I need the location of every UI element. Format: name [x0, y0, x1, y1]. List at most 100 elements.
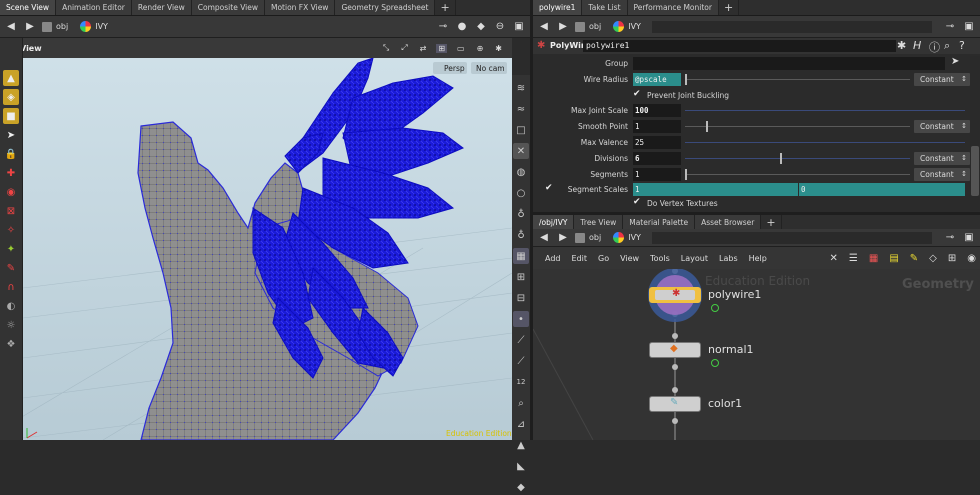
camera-dropdown[interactable]: No cam — [471, 62, 507, 74]
menu-add[interactable]: Add — [545, 254, 561, 263]
gear-icon[interactable]: ✱ — [897, 39, 906, 52]
handle-icon[interactable]: ✚ — [3, 165, 19, 181]
paint-icon[interactable]: ⊿ — [513, 416, 529, 432]
display-wire-icon[interactable]: ≋ — [513, 80, 529, 96]
segment-scales-toggle-checkbox[interactable]: ✔ — [545, 183, 553, 193]
smooth-point-mode[interactable]: Constant — [914, 120, 970, 133]
select-tool-icon[interactable]: ⤡ — [383, 43, 389, 53]
back-arrow-icon[interactable]: ◀ — [537, 231, 551, 245]
menu-go[interactable]: Go — [598, 254, 609, 263]
snap-icon[interactable]: ⊞ — [436, 43, 448, 53]
divisions-mode[interactable]: Constant — [914, 152, 970, 165]
group-select-icon[interactable]: ■ — [3, 108, 19, 124]
pin-icon[interactable]: ⊸ — [943, 231, 957, 245]
tab-geometry-spreadsheet[interactable]: Geometry Spreadsheet — [335, 0, 436, 15]
back-arrow-icon[interactable]: ◀ — [537, 20, 551, 34]
params-scrollbar[interactable] — [970, 56, 980, 211]
camera-icon[interactable]: ⊕ — [477, 44, 484, 53]
menu-layout[interactable]: Layout — [681, 254, 708, 263]
do-vertex-textures-checkbox[interactable]: ✔ — [633, 197, 641, 207]
gridview-icon[interactable]: ⊞ — [948, 253, 956, 264]
node-normal1-label[interactable]: normal1 — [708, 343, 754, 356]
tab-material-palette[interactable]: Material Palette — [623, 215, 696, 230]
add-tab-icon[interactable]: + — [435, 0, 456, 15]
tab-polywire1[interactable]: polywire1 — [533, 0, 583, 15]
link-icon[interactable]: ⊖ — [493, 20, 507, 34]
menu-labs[interactable]: Labs — [719, 254, 738, 263]
node-polywire1[interactable]: ✱ — [649, 287, 701, 303]
menu-help[interactable]: Help — [749, 254, 767, 263]
smooth-point-field[interactable]: 1 — [633, 120, 681, 133]
point-display-icon[interactable]: • — [513, 311, 529, 327]
light-icon[interactable]: ○ — [513, 185, 529, 201]
segment-scales-field-2[interactable]: 0 — [799, 183, 965, 196]
number-display-icon[interactable]: 12 — [513, 374, 529, 390]
tab-tree-view[interactable]: Tree View — [574, 215, 624, 230]
ghost-icon[interactable]: □ — [513, 122, 529, 138]
scene-path[interactable]: obj IVY — [42, 21, 108, 32]
menu-tools[interactable]: Tools — [650, 254, 670, 263]
tab-take-list[interactable]: Take List — [582, 0, 628, 15]
forward-arrow-icon[interactable]: ▶ — [556, 20, 570, 34]
add-tab-icon[interactable]: + — [719, 0, 740, 15]
forward-arrow-icon[interactable]: ▶ — [23, 20, 37, 34]
close-display-icon[interactable]: ✕ — [513, 143, 529, 159]
search-icon[interactable]: ⌕ — [944, 39, 950, 53]
wire-radius-slider[interactable] — [685, 79, 910, 80]
normal-display-icon[interactable]: ⟋ — [513, 332, 529, 348]
safe-area-icon[interactable]: ⊟ — [513, 290, 529, 306]
max-valence-field[interactable]: 25 — [633, 136, 681, 149]
shading-icon[interactable]: ◣ — [513, 458, 529, 474]
add-tab-icon[interactable]: + — [761, 215, 782, 230]
display-shaded-icon[interactable]: ≈ — [513, 101, 529, 117]
tab-render-view[interactable]: Render View — [131, 0, 192, 15]
pane-menu-icon[interactable]: ▣ — [962, 20, 976, 34]
max-valence-slider[interactable] — [685, 142, 965, 143]
tab-performance-monitor[interactable]: Performance Monitor — [627, 0, 719, 15]
tab-asset-browser[interactable]: Asset Browser — [695, 215, 762, 230]
menu-edit[interactable]: Edit — [572, 254, 588, 263]
display-icon[interactable]: ▭ — [457, 44, 465, 53]
list-icon[interactable]: ☰ — [849, 253, 858, 264]
tab-scene-view[interactable]: Scene View — [0, 0, 57, 15]
scale-handle-icon[interactable]: ⊠ — [3, 203, 19, 219]
network-canvas[interactable]: Education Edition Geometry ✱ polywire1 ◆… — [533, 269, 980, 440]
bulb-icon[interactable]: ♁ — [513, 206, 529, 222]
gem-icon[interactable]: ◆ — [513, 479, 529, 495]
select-mode-icon[interactable]: ◈ — [3, 89, 19, 105]
forward-arrow-icon[interactable]: ▶ — [556, 231, 570, 245]
cube-icon[interactable]: ◆ — [474, 20, 488, 34]
pin-icon[interactable]: ⊸ — [436, 20, 450, 34]
fog-icon[interactable]: ▲ — [513, 437, 529, 453]
layout-icon[interactable]: ⊞ — [513, 269, 529, 285]
brush-icon[interactable]: ✎ — [3, 260, 19, 276]
question-icon[interactable]: ? — [959, 39, 965, 52]
help-icon[interactable]: H — [913, 39, 921, 52]
wrench-icon[interactable]: ✕ — [830, 253, 838, 264]
pane-menu-icon[interactable]: ▣ — [512, 20, 526, 34]
camera-tool-icon[interactable]: ◐ — [3, 298, 19, 314]
grid-icon[interactable]: ▦ — [869, 253, 878, 264]
rotate-handle-icon[interactable]: ◉ — [3, 184, 19, 200]
group-field[interactable] — [633, 57, 945, 70]
segments-slider[interactable] — [685, 174, 910, 175]
wire-radius-field[interactable]: @pscale — [633, 73, 681, 86]
segments-knob[interactable] — [685, 169, 687, 180]
divisions-slider[interactable] — [685, 158, 910, 159]
view-label[interactable]: View — [20, 44, 42, 53]
pointer-icon[interactable]: ➤ — [3, 127, 19, 143]
node-color1-label[interactable]: color1 — [708, 397, 742, 410]
sculpt-icon[interactable]: ❖ — [3, 336, 19, 352]
select-icon[interactable]: ▲ — [3, 70, 19, 86]
gear-icon[interactable]: ✱ — [495, 44, 502, 53]
smooth-point-slider[interactable] — [685, 126, 910, 127]
network-path[interactable]: obj IVY — [575, 232, 641, 243]
vector-display-icon[interactable]: ⟋ — [513, 353, 529, 369]
max-joint-scale-field[interactable]: 100 — [633, 104, 681, 117]
sphere-icon[interactable]: ● — [455, 20, 469, 34]
render-region-icon[interactable]: ☼ — [3, 317, 19, 333]
divisions-field[interactable]: 6 — [633, 152, 681, 165]
pin-icon[interactable]: ⊸ — [943, 20, 957, 34]
params-path[interactable]: obj IVY — [575, 21, 641, 32]
tab-motion-fx-view[interactable]: Motion FX View — [265, 0, 336, 15]
